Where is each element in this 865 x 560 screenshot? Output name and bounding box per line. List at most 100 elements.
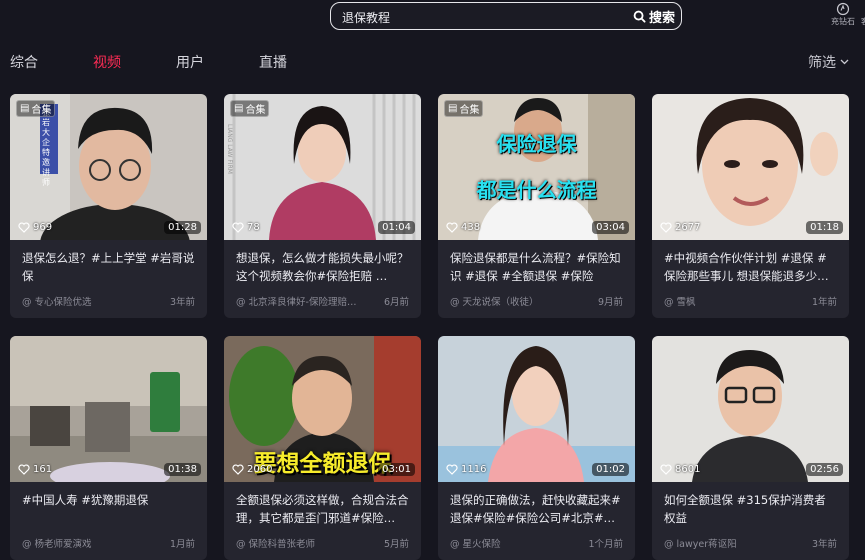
video-description: 退保的正确做法，赶快收藏起来#退保#保险#保险公司#北京#流…	[450, 493, 621, 525]
video-card[interactable]: 张岩 大企特邀讲师 ▤ 合集 969 01:28 退保怎么退？#上上学堂 #岩哥说…	[10, 94, 207, 318]
like-count-value: 1116	[461, 464, 487, 475]
search-input[interactable]	[340, 6, 624, 28]
like-count: 2677	[660, 222, 700, 233]
author-name[interactable]: @ lawyer蒋讴阳	[664, 536, 737, 550]
duration: 01:28	[164, 221, 201, 234]
collection-label: 合集	[245, 105, 266, 116]
video-card[interactable]: 要想全额退保 2060 03:01 全额退保必须这样做，合规合法合理，其它都是歪…	[224, 336, 421, 560]
video-thumbnail: 161 01:38	[10, 336, 207, 482]
collection-label: 合集	[459, 105, 480, 116]
like-count-value: 2677	[675, 222, 701, 233]
video-thumbnail: 保险退保 都是什么流程 ▤ 合集 438 03:04	[438, 94, 635, 240]
like-count-value: 78	[247, 222, 260, 233]
collection-badge: ▤ 合集	[444, 100, 484, 117]
publish-time: 3年前	[811, 539, 837, 550]
chevron-down-icon	[840, 59, 849, 65]
layers-icon: ▤	[234, 103, 244, 114]
video-meta: @ lawyer蒋讴阳 3年前	[664, 536, 837, 550]
author-name[interactable]: @ 星火保险	[450, 536, 501, 550]
video-meta: @ 保险科普张老师 5月前	[236, 536, 409, 550]
video-meta: @ 北京泽良律好-保险理赔… 6月前	[236, 294, 409, 308]
filter-button[interactable]: 筛选	[808, 52, 849, 72]
collection-badge: ▤ 合集	[230, 100, 270, 117]
top-right-actions: 充钻石 客	[831, 2, 865, 27]
heart-icon	[446, 222, 458, 233]
publish-time: 3年前	[169, 297, 195, 308]
like-count-value: 969	[33, 222, 53, 233]
publish-time: 6月前	[383, 297, 409, 308]
client-button[interactable]: 客	[861, 2, 865, 27]
duration: 02:56	[806, 463, 843, 476]
video-description: 退保怎么退？#上上学堂 #岩哥说保	[22, 251, 195, 283]
video-meta: @ 天龙说保（收徒） 9月前	[450, 294, 623, 308]
video-description: #中视频合作伙伴计划 #退保 #保险那些事儿 想退保能退多少钱…	[664, 251, 827, 283]
side-text: LIANG LAW FIRM	[226, 124, 233, 174]
search-button[interactable]: 搜索	[633, 6, 675, 26]
video-description: 全额退保必须这样做，合规合法合理，其它都是歪门邪道#保险…	[236, 493, 409, 525]
author-name[interactable]: @ 保险科普张老师	[236, 536, 315, 550]
duration: 01:02	[592, 463, 629, 476]
publish-time: 9月前	[597, 297, 623, 308]
publish-time: 1年前	[811, 297, 837, 308]
video-meta: @ 雪枫 1年前	[664, 294, 837, 308]
like-count: 2060	[232, 464, 272, 475]
like-count-value: 8601	[675, 464, 701, 475]
video-thumbnail: 2677 01:18	[652, 94, 849, 240]
publish-time: 1月前	[169, 539, 195, 550]
overlay-title: 保险退保	[496, 132, 577, 156]
duration: 03:04	[592, 221, 629, 234]
side-text: 张岩 大企特邀讲师	[42, 108, 50, 187]
tab-user[interactable]: 用户	[176, 52, 204, 72]
video-meta: @ 星火保险 1个月前	[450, 536, 623, 550]
heart-icon	[18, 222, 30, 233]
video-meta: @ 专心保险优选 3年前	[22, 294, 195, 308]
search-button-label: 搜索	[648, 10, 675, 26]
heart-icon	[232, 464, 244, 475]
video-thumbnail: 张岩 大企特邀讲师 ▤ 合集 969 01:28	[10, 94, 207, 240]
video-grid: 张岩 大企特邀讲师 ▤ 合集 969 01:28 退保怎么退？#上上学堂 #岩哥说…	[10, 94, 849, 560]
video-description: 保险退保都是什么流程？#保险知识 #退保 #全额退保 #保险	[450, 251, 621, 283]
author-name[interactable]: @ 专心保险优选	[22, 294, 92, 308]
overlay-subtitle: 都是什么流程	[476, 178, 597, 202]
video-card[interactable]: 161 01:38 #中国人寿 #犹豫期退保 @ 杨老师爱演戏 1月前	[10, 336, 207, 560]
like-count-value: 161	[33, 464, 53, 475]
heart-icon	[446, 464, 458, 475]
author-name[interactable]: @ 北京泽良律好-保险理赔…	[236, 294, 356, 308]
heart-icon	[660, 222, 672, 233]
video-thumbnail: 8601 02:56	[652, 336, 849, 482]
heart-icon	[18, 464, 30, 475]
duration: 03:01	[378, 463, 415, 476]
tab-live[interactable]: 直播	[259, 52, 287, 72]
like-count-value: 438	[461, 222, 481, 233]
heart-icon	[660, 464, 672, 475]
tab-video[interactable]: 视频	[93, 52, 121, 72]
video-card[interactable]: 1116 01:02 退保的正确做法，赶快收藏起来#退保#保险#保险公司#北京#…	[438, 336, 635, 560]
duration: 01:38	[164, 463, 201, 476]
search-tabs: 综合 视频 用户 直播	[10, 52, 342, 72]
collection-badge: ▤ 合集	[16, 100, 56, 117]
video-card[interactable]: 保险退保 都是什么流程 ▤ 合集 438 03:04 保险退保都是什么流程？#保险…	[438, 94, 635, 318]
heart-icon	[232, 222, 244, 233]
search-icon	[633, 10, 646, 23]
like-count: 438	[446, 222, 480, 233]
video-thumbnail: LIANG LAW FIRM ▤ 合集 78 01:04	[224, 94, 421, 240]
author-name[interactable]: @ 天龙说保（收徒）	[450, 294, 539, 308]
video-card[interactable]: LIANG LAW FIRM ▤ 合集 78 01:04 想退保，怎么做才能损失最…	[224, 94, 421, 318]
duration: 01:18	[806, 221, 843, 234]
video-description: 想退保，怎么做才能损失最小呢？这个视频教会你#保险拒赔 …	[236, 251, 409, 283]
video-card[interactable]: 2677 01:18 #中视频合作伙伴计划 #退保 #保险那些事儿 想退保能退多…	[652, 94, 849, 318]
tab-general[interactable]: 综合	[10, 52, 38, 72]
like-count: 1116	[446, 464, 486, 475]
video-card[interactable]: 8601 02:56 如何全额退保 #315保护消费者权益 @ lawyer蒋讴…	[652, 336, 849, 560]
recharge-label: 充钻石	[831, 17, 855, 26]
author-name[interactable]: @ 杨老师爱演戏	[22, 536, 92, 550]
layers-icon: ▤	[20, 103, 30, 114]
like-count: 161	[18, 464, 52, 475]
diamond-icon	[836, 2, 850, 16]
like-count-value: 2060	[247, 464, 273, 475]
search-bar: 搜索	[330, 2, 682, 30]
video-description: 如何全额退保 #315保护消费者权益	[664, 493, 826, 525]
author-name[interactable]: @ 雪枫	[664, 294, 696, 308]
recharge-button[interactable]: 充钻石	[831, 2, 855, 27]
like-count: 969	[18, 222, 52, 233]
